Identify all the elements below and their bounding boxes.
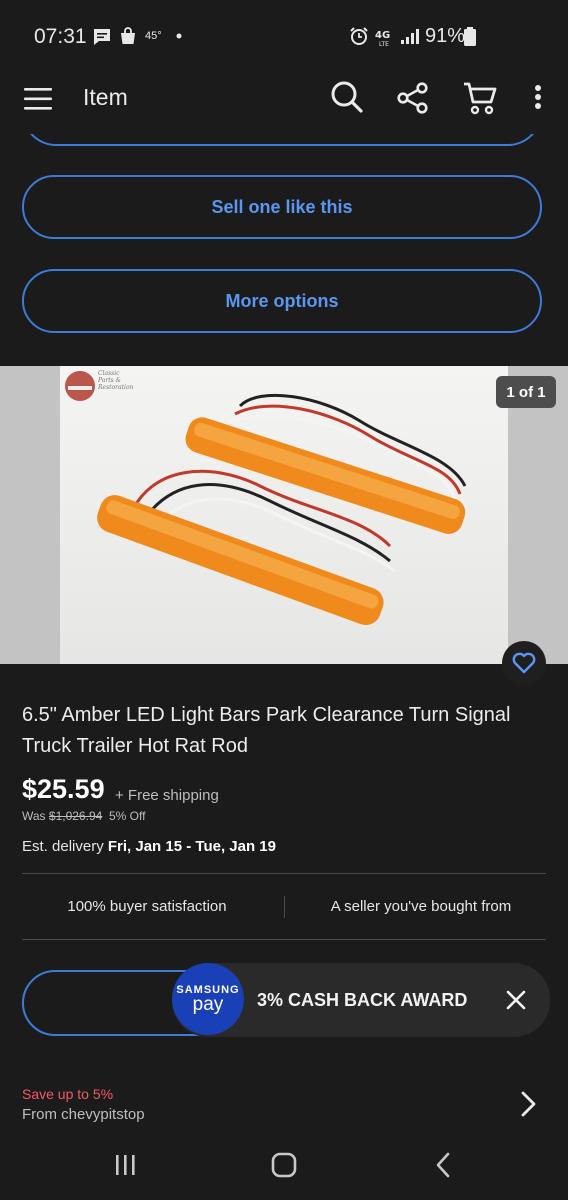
chevron-right-icon[interactable] — [518, 1090, 540, 1118]
divider — [22, 873, 546, 874]
item-price: $25.59 — [22, 774, 105, 804]
menu-icon[interactable] — [24, 84, 54, 114]
seller-promo-text[interactable]: From chevypitstop — [22, 1106, 145, 1123]
item-photo[interactable]: Classic Parts & Restoration — [0, 366, 568, 664]
buyer-satisfaction: 100% buyer satisfaction — [67, 898, 227, 915]
recent-apps-icon[interactable] — [114, 1154, 138, 1176]
watch-button[interactable] — [502, 641, 546, 685]
save-promo-text[interactable]: Save up to 5% — [22, 1086, 113, 1102]
divider — [22, 939, 546, 940]
share-icon[interactable] — [397, 82, 429, 114]
search-icon[interactable] — [330, 80, 364, 114]
was-price-row: Was $1,026.94 5% Off — [22, 809, 145, 823]
svg-text:4G: 4G — [375, 30, 390, 41]
discount-badge: 5% Off — [108, 809, 146, 823]
alarm-icon — [350, 27, 368, 45]
item-title: 6.5" Amber LED Light Bars Park Clearance… — [22, 704, 511, 757]
photo-watermark: Classic Parts & Restoration — [98, 370, 134, 391]
battery-icon — [464, 27, 476, 46]
led-light-bars-image — [65, 371, 467, 625]
status-time: 07:31 — [34, 25, 87, 48]
photo-counter: 1 of 1 — [496, 376, 556, 408]
more-options-button[interactable]: More options — [22, 269, 542, 333]
network-4g-icon: 4G LTE — [375, 30, 390, 47]
delivery-dates: Fri, Jan 15 - Tue, Jan 19 — [107, 838, 276, 855]
heart-icon — [512, 652, 536, 674]
sell-one-like-this-button[interactable]: Sell one like this — [22, 175, 542, 239]
shopping-bag-icon — [121, 27, 135, 44]
delivery-label: Est. delivery — [22, 838, 104, 855]
cart-icon[interactable] — [462, 80, 498, 116]
signal-icon — [401, 29, 419, 44]
svg-text:LTE: LTE — [379, 41, 389, 47]
status-bar: 07:31 45° 4G LTE 91% — [0, 0, 568, 70]
samsung-pay-logo: SAMSUNG pay — [172, 963, 244, 1035]
samsung-pay-logo-bottom: pay — [192, 994, 224, 1015]
battery-percentage: 91% — [425, 25, 466, 47]
status-temperature: 45° — [145, 30, 162, 42]
toast-message: 3% CASH BACK AWARD — [257, 990, 468, 1010]
home-icon[interactable] — [271, 1152, 297, 1178]
page-title: Item — [83, 84, 128, 110]
system-nav-bar — [0, 1130, 568, 1200]
seller-history: A seller you've bought from — [330, 898, 512, 915]
was-price: $1,026.94 — [48, 809, 103, 823]
was-label: Was — [22, 809, 46, 823]
more-options-icon[interactable] — [533, 84, 543, 112]
trust-divider — [284, 896, 285, 918]
close-icon[interactable] — [503, 985, 529, 1013]
dot-icon — [176, 33, 182, 39]
shipping-info: + Free shipping — [115, 787, 219, 804]
message-icon — [94, 29, 110, 45]
estimated-delivery: Est. delivery Fri, Jan 15 - Tue, Jan 19 — [22, 838, 276, 855]
back-icon[interactable] — [434, 1152, 452, 1178]
